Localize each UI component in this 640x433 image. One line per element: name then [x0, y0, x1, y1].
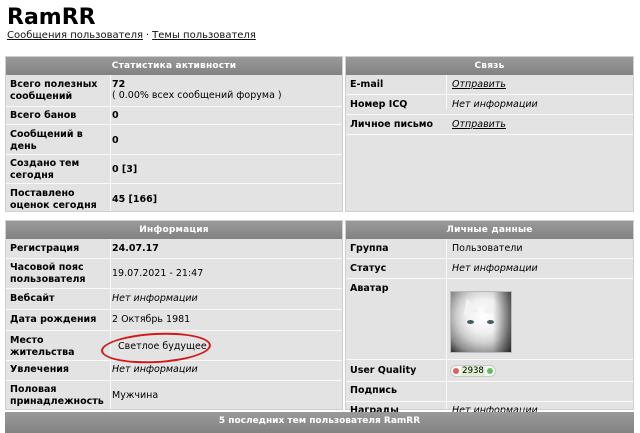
- stats-value-bans: 0: [112, 110, 119, 121]
- contact-value-icq: Нет информации: [452, 99, 538, 110]
- personal-label-group: Группа: [350, 243, 389, 254]
- recent-topics-header: 5 последних тем пользователя RamRR: [5, 412, 634, 433]
- private-message-send-link[interactable]: Отправить: [452, 119, 506, 131]
- info-label-website: Вебсайт: [10, 293, 55, 304]
- rate-up-icon[interactable]: [487, 368, 493, 374]
- info-value-hobbies: Нет информации: [112, 364, 198, 375]
- stats-value-useful-posts-percent: ( 0.00% всех сообщений форума ): [112, 90, 282, 101]
- user-topics-link[interactable]: Темы пользователя: [152, 30, 256, 41]
- info-value-birthday: 2 Октябрь 1981: [112, 314, 191, 325]
- personal-divider: [346, 381, 633, 382]
- stats-value-topics-today: 0 [3]: [112, 164, 138, 175]
- personal-divider: [346, 258, 633, 259]
- personal-value-status: Нет информации: [452, 263, 538, 274]
- info-label-hobbies: Увлечения: [10, 364, 70, 375]
- personal-divider: [346, 401, 633, 402]
- email-send-link[interactable]: Отправить: [452, 79, 506, 91]
- info-title: Информация: [6, 221, 342, 239]
- links-separator: ·: [145, 30, 150, 41]
- info-label-registration: Регистрация: [10, 243, 80, 254]
- contact-title: Связь: [346, 57, 633, 75]
- contact-label-email: E-mail: [350, 79, 384, 90]
- contact-divider: [346, 134, 633, 135]
- info-column-divider: [110, 239, 111, 409]
- contact-panel: Связь E-mail Отправить Номер ICQ Нет инф…: [345, 56, 634, 212]
- contact-label-private-message: Личное письмо: [350, 119, 434, 130]
- avatar: [450, 291, 512, 353]
- stats-label-bans: Всего банов: [10, 110, 77, 121]
- stats-value-posts-per-day: 0: [112, 135, 119, 146]
- activity-stats-panel: Статистика активности Всего полезных соо…: [5, 56, 343, 212]
- personal-label-signature: Подпись: [350, 385, 398, 396]
- info-label-timezone: Часовой пояс пользователя: [10, 262, 86, 285]
- personal-label-avatar: Аватар: [350, 283, 389, 294]
- personal-label-status: Статус: [350, 263, 387, 274]
- stats-divider: [6, 124, 342, 125]
- avatar-cat-eye: [467, 320, 474, 324]
- user-quality-rating: 2938: [450, 365, 496, 377]
- contact-column-divider: [446, 75, 447, 109]
- stats-label-topics-today: Создано тем сегодня: [10, 158, 80, 181]
- stats-label-useful-posts: Всего полезных сообщений: [10, 79, 98, 102]
- stats-divider: [6, 154, 342, 155]
- contact-divider: [346, 114, 633, 115]
- stats-column-divider: [110, 75, 111, 211]
- info-label-location: Место жительства: [10, 335, 75, 358]
- stats-value-ratings-today: 45 [166]: [112, 194, 158, 205]
- stats-label-ratings-today: Поставлено оценок сегодня: [10, 188, 97, 211]
- personal-value-group: Пользователи: [452, 243, 523, 254]
- personal-title: Личные данные: [346, 221, 633, 239]
- info-label-birthday: Дата рождения: [10, 314, 97, 325]
- info-divider: [6, 309, 342, 310]
- personal-label-user-quality: User Quality: [350, 365, 417, 376]
- activity-stats-title: Статистика активности: [6, 57, 342, 75]
- info-value-registration: 24.07.17: [112, 243, 159, 254]
- stats-label-posts-per-day: Сообщений в день: [10, 129, 83, 152]
- personal-divider: [346, 359, 633, 360]
- info-value-gender: Мужчина: [112, 390, 159, 401]
- stats-divider: [6, 106, 342, 107]
- profile-links: Сообщения пользователя · Темы пользователя: [7, 30, 256, 41]
- stats-divider: [6, 183, 342, 184]
- info-label-gender: Половая принадлежность: [10, 384, 104, 407]
- info-divider: [6, 380, 342, 381]
- personal-column-divider: [446, 239, 447, 409]
- info-panel: Информация Регистрация 24.07.17 Часовой …: [5, 220, 343, 410]
- user-quality-score: 2938: [461, 366, 485, 376]
- info-value-website: Нет информации: [112, 293, 198, 304]
- personal-divider: [346, 278, 633, 279]
- profile-username: RamRR: [7, 5, 96, 30]
- contact-divider: [346, 94, 633, 95]
- avatar-cat-ear: [459, 296, 479, 316]
- info-divider: [6, 258, 342, 259]
- info-value-timezone: 19.07.2021 - 21:47: [112, 268, 204, 279]
- contact-label-icq: Номер ICQ: [350, 99, 408, 110]
- info-divider: [6, 288, 342, 289]
- info-divider: [6, 330, 342, 331]
- personal-panel: Личные данные Группа Пользователи Статус…: [345, 220, 634, 416]
- rate-down-icon[interactable]: [453, 368, 459, 374]
- user-posts-link[interactable]: Сообщения пользователя: [7, 30, 143, 41]
- avatar-shadow: [493, 292, 511, 352]
